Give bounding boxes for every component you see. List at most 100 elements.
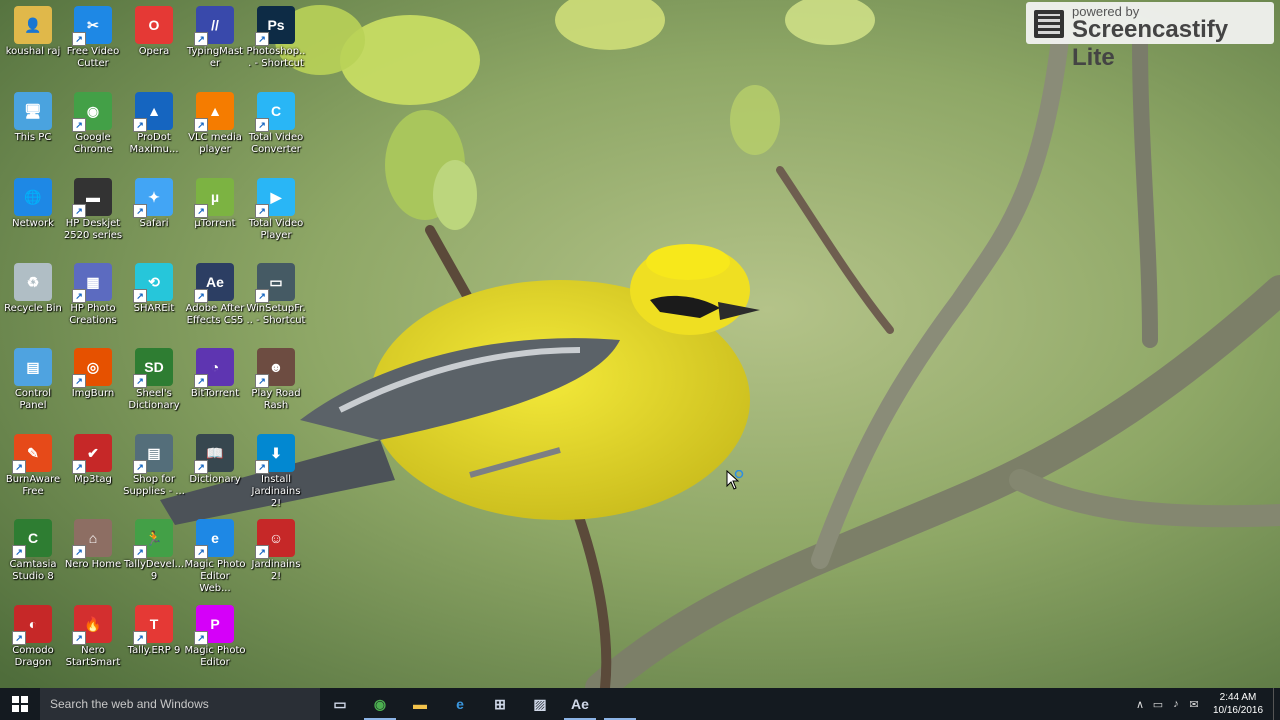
dictionary-sd-icon: SD — [133, 348, 173, 388]
network-icon: 🌐 — [14, 178, 52, 216]
desktop-icon-burnaware-free[interactable]: ✎BurnAware Free — [2, 434, 64, 498]
store-taskbar-button[interactable]: ⊞ — [480, 688, 520, 720]
desktop-icon-label: BitTorrent — [190, 388, 240, 399]
ie-icon: e — [194, 519, 234, 559]
message-icon[interactable]: ✉ — [1185, 688, 1203, 720]
desktop-icon-jardinains-2[interactable]: ☺Jardinains 2! — [245, 519, 307, 583]
desktop-icon-label: HP Deskjet 2520 series — [63, 218, 123, 241]
imgburn-icon: ◎ — [72, 348, 112, 388]
chrome-icon: ◉ — [373, 695, 387, 712]
task-view-button[interactable]: ▭ — [320, 688, 360, 720]
desktop-icon-hp-deskjet-2520-series[interactable]: ▬HP Deskjet 2520 series — [62, 178, 124, 242]
desktop-icon-tally-erp-9[interactable]: TTally.ERP 9 — [123, 605, 185, 657]
computer-icon: 🖥 — [14, 92, 52, 130]
desktop-icon-camtasia-studio-8[interactable]: CCamtasia Studio 8 — [2, 519, 64, 583]
desktop-icon-label: Safari — [139, 218, 169, 229]
taskbar-clock[interactable]: 2:44 AM 10/16/2016 — [1203, 691, 1273, 717]
desktop-icon-total-video-converter[interactable]: CTotal Video Converter — [245, 92, 307, 156]
desktop-icon-label: Adobe After Effects CS5 — [185, 303, 245, 326]
file-explorer-taskbar-button[interactable]: ▬ — [400, 688, 440, 720]
safari-icon: ✦ — [133, 178, 173, 218]
desktop-icon-nero-home[interactable]: ⌂Nero Home — [62, 519, 124, 571]
network-icon[interactable]: ▭ — [1149, 688, 1167, 720]
usb-icon: ▭ — [255, 263, 295, 303]
desktop-icon-hp-photo-creations[interactable]: ▦HP Photo Creations — [62, 263, 124, 327]
photos-taskbar-button[interactable]: ▨ — [520, 688, 560, 720]
chrome-taskbar-button[interactable]: ◉ — [360, 688, 400, 720]
desktop-icon-opera[interactable]: O Opera — [123, 6, 185, 58]
desktop-icon-label: Install Jardinains 2! — [251, 474, 301, 509]
desktop-icon-label: WinSetupFr... - Shortcut — [246, 303, 306, 326]
desktop-icon-total-video-player[interactable]: ▶Total Video Player — [245, 178, 307, 242]
desktop-icon-label: Camtasia Studio 8 — [9, 559, 57, 582]
desktop-icon-nero-startsmart[interactable]: 🔥Nero StartSmart — [62, 605, 124, 669]
desktop-icon-label: Nero StartSmart — [65, 645, 121, 668]
converter-icon: C — [255, 92, 295, 132]
desktop-icon-dictionary[interactable]: 📖Dictionary — [184, 434, 246, 486]
desktop-icon-adobe-after-effects-cs5[interactable]: AeAdobe After Effects CS5 — [184, 263, 246, 327]
desktop-icon-label: Nero Home — [64, 559, 122, 570]
desktop-icon-koushal-raj[interactable]: 👤 koushal raj — [2, 6, 64, 58]
book-icon: 📖 — [194, 434, 234, 474]
desktop-icon-winsetupfr-shortcut[interactable]: ▭WinSetupFr... - Shortcut — [245, 263, 307, 327]
desktop-icon-shop-for-supplies[interactable]: ▤Shop for Supplies - ... — [123, 434, 185, 498]
desktop-icon-recycle-bin[interactable]: ♻ Recycle Bin — [2, 263, 64, 315]
show-desktop-button[interactable] — [1273, 688, 1280, 720]
desktop-icon-torrent[interactable]: µµTorrent — [184, 178, 246, 230]
after-effects-icon: Ae — [194, 263, 234, 303]
desktop-icon-label: Photoshop... - Shortcut — [246, 46, 306, 69]
desktop-icon-sheel-s-dictionary[interactable]: SDSheel's Dictionary — [123, 348, 185, 412]
desktop-icon-tallydevel-9[interactable]: 🏃TallyDevel... 9 — [123, 519, 185, 583]
desktop-icon-magic-photo-editor[interactable]: PMagic Photo Editor — [184, 605, 246, 669]
desktop-icon-label: SHAREit — [133, 303, 175, 314]
nero-icon: 🔥 — [72, 605, 112, 645]
desktop-icon-imgburn[interactable]: ◎ImgBurn — [62, 348, 124, 400]
chevron-up-icon[interactable]: ∧ — [1131, 688, 1149, 720]
desktop-icon-network[interactable]: 🌐 Network — [2, 178, 64, 230]
typingmaster-icon: // — [194, 6, 234, 46]
desktop-icon-bittorrent[interactable]: ◔BitTorrent — [184, 348, 246, 400]
film-icon — [1034, 10, 1064, 38]
desktop-icon-install-jardinains-2[interactable]: ⬇Install Jardinains 2! — [245, 434, 307, 510]
desktop-icon-label: Google Chrome — [73, 132, 113, 155]
desktop-icon-play-road-rash[interactable]: ☻Play Road Rash — [245, 348, 307, 412]
mp3tag-icon: ✔ — [72, 434, 112, 474]
burnaware-icon: ✎ — [12, 434, 52, 474]
desktop-icon-label: µTorrent — [194, 218, 236, 229]
desktop-icon-label: BurnAware Free — [5, 474, 61, 497]
desktop-icon-typingmaster[interactable]: //TypingMaster — [184, 6, 246, 70]
search-placeholder: Search the web and Windows — [50, 697, 209, 711]
screencastify-brand: Screencastify Lite — [1072, 16, 1229, 71]
desktop-icon-safari[interactable]: ✦Safari — [123, 178, 185, 230]
desktop-icon-label: Sheel's Dictionary — [128, 388, 180, 411]
desktop-icon-free-video-cutter[interactable]: ✂Free Video Cutter — [62, 6, 124, 70]
desktop-icon-mp3tag[interactable]: ✔Mp3tag — [62, 434, 124, 486]
desktop-icon-google-chrome[interactable]: ◉Google Chrome — [62, 92, 124, 156]
edge-taskbar-button[interactable]: e — [440, 688, 480, 720]
tally-dev-icon: 🏃 — [133, 519, 173, 559]
nero-home-icon: ⌂ — [72, 519, 112, 559]
desktop-icon-control-panel[interactable]: ▤ Control Panel — [2, 348, 64, 412]
start-button[interactable] — [0, 688, 40, 720]
volume-icon[interactable]: ♪ — [1167, 688, 1185, 720]
magic-photo-icon: P — [194, 605, 234, 645]
desktop-icon-label: This PC — [14, 132, 52, 143]
mouse-cursor-busy-icon — [726, 470, 744, 490]
desktop-icon-photoshop-shortcut[interactable]: PsPhotoshop... - Shortcut — [245, 6, 307, 70]
desktop-icon-vlc-media-player[interactable]: ▲VLC media player — [184, 92, 246, 156]
desktop-icon-comodo-dragon[interactable]: ◐Comodo Dragon — [2, 605, 64, 669]
desktop-icon-prodot-maximu[interactable]: ▲ProDot Maximu... — [123, 92, 185, 156]
video-player-icon: ▶ — [255, 178, 295, 218]
control-panel-icon: ▤ — [14, 348, 52, 386]
desktop-icon-label: Jardinains 2! — [251, 559, 301, 582]
edge-icon: e — [456, 696, 464, 712]
desktop-icon-label: Network — [12, 218, 54, 229]
taskbar-search-box[interactable]: Search the web and Windows — [40, 688, 320, 720]
desktop-icon-shareit[interactable]: ⟲SHAREit — [123, 263, 185, 315]
desktop-icon-label: Magic Photo Editor Web... — [184, 559, 246, 594]
desktop-icon-this-pc[interactable]: 🖥 This PC — [2, 92, 64, 144]
blank-taskbar-button[interactable] — [600, 688, 640, 720]
bittorrent-icon: ◔ — [194, 348, 234, 388]
after-effects-taskbar-button[interactable]: Ae — [560, 688, 600, 720]
desktop-icon-magic-photo-editor-web[interactable]: eMagic Photo Editor Web... — [184, 519, 246, 595]
